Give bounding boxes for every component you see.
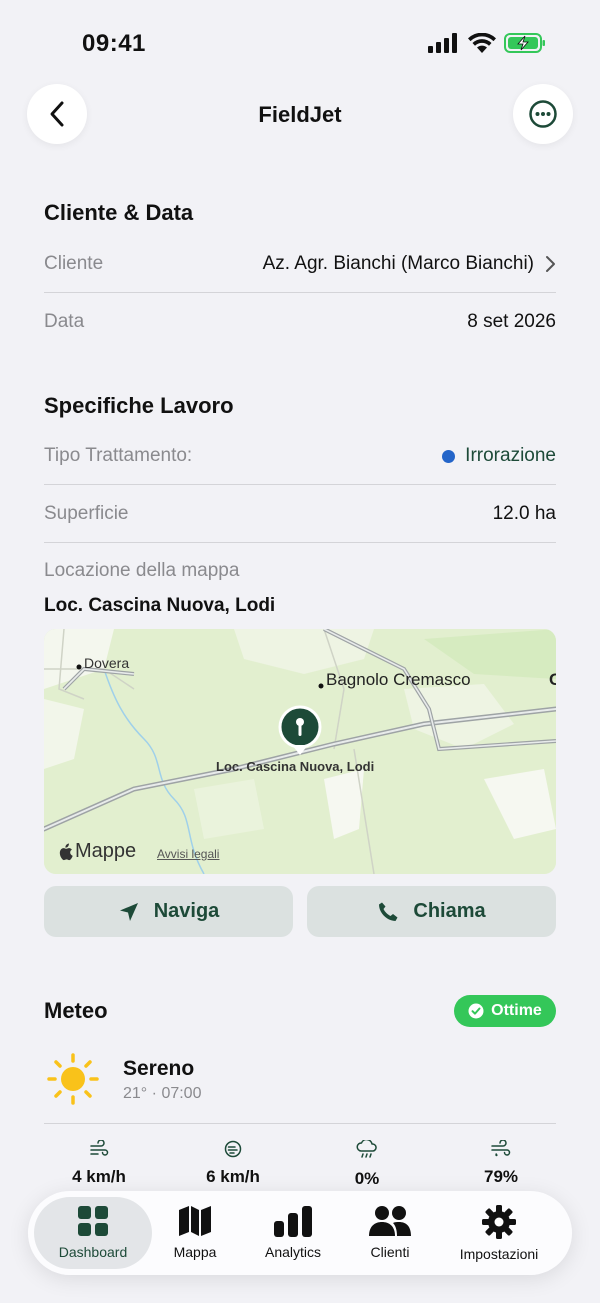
divider [44,292,556,293]
status-time: 09:41 [82,30,146,57]
rain-cloud-icon [356,1138,377,1158]
legal-notices-link[interactable]: Avvisi legali [157,847,219,861]
treatment-label: Tipo Trattamento: [44,445,193,466]
dashboard-grid-icon [78,1206,108,1236]
gust-stat: 6 km/h [173,1140,293,1187]
client-row[interactable]: Cliente Az. Agr. Bianchi (Marco Bianchi) [44,236,556,292]
battery-charging-icon [504,33,545,53]
chevron-right-icon [546,256,555,272]
tab-analytics-label: Analytics [264,1244,322,1260]
status-icons [428,32,546,54]
location-label: Locazione della mappa [44,560,240,581]
navigation-arrow-icon [119,902,138,921]
location-value: Loc. Cascina Nuova, Lodi [44,595,276,616]
tab-mappa[interactable]: Mappa [140,1205,250,1260]
area-value: 12.0 ha [492,503,556,524]
client-value-wrap: Az. Agr. Bianchi (Marco Bianchi) [263,253,556,275]
tab-impostazioni-label: Impostazioni [459,1246,539,1262]
weather-status-text: Ottime [491,1002,542,1019]
apple-logo-icon [59,843,73,860]
client-section-title: Cliente & Data [44,200,194,225]
weather-temperature: 21° [123,1085,148,1102]
weather-status-badge: Ottime [454,995,556,1027]
signal-icon [428,33,457,53]
weather-separator: · [151,1085,162,1102]
gust-value: 6 km/h [206,1167,260,1186]
treatment-color-dot [442,449,456,463]
people-icon [369,1206,411,1236]
bar-chart-icon [274,1206,312,1237]
gust-icon [224,1140,242,1158]
map-label-bagnolo: Bagnolo Cremasco [326,670,471,689]
date-value: 8 set 2026 [467,311,556,332]
tab-impostazioni[interactable]: Impostazioni [444,1205,554,1262]
status-bar: 09:41 [0,0,600,90]
treatment-row[interactable]: Tipo Trattamento: Irrorazione [44,428,556,484]
date-label: Data [44,311,85,332]
tab-clienti-label: Clienti [370,1244,410,1260]
gear-icon [482,1205,516,1239]
wifi-icon [468,33,496,53]
sun-icon [47,1053,99,1105]
tab-mappa-label: Mappa [173,1244,217,1260]
client-value: Az. Agr. Bianchi (Marco Bianchi) [262,253,534,274]
weather-condition: Sereno [123,1057,195,1080]
weather-details: 21° · 07:00 [123,1085,201,1103]
divider [44,1123,556,1124]
weather-time: 07:00 [161,1085,202,1102]
treatment-value: Irrorazione [465,445,556,466]
wind-icon [90,1139,109,1156]
map-icon [179,1206,211,1236]
location-map[interactable]: Dovera Bagnolo Cremasco C Loc. Cascina N… [44,629,556,874]
divider [44,484,556,485]
rain-stat: 0% [307,1138,427,1189]
map-label-dovera: Dovera [84,655,130,671]
maps-brand-text: Mappe [75,840,137,862]
navigate-label: Naviga [153,900,220,922]
page-title: FieldJet [258,102,342,127]
tab-dashboard-label: Dashboard [58,1244,128,1260]
checkmark-circle-icon [468,1003,484,1019]
wind-value: 4 km/h [72,1167,126,1186]
date-row[interactable]: Data 8 set 2026 [44,294,556,350]
tab-clienti[interactable]: Clienti [335,1205,445,1260]
rain-value: 0% [354,1169,380,1188]
humidity-stat: 79% [441,1139,561,1187]
humidity-icon [491,1139,511,1157]
call-button[interactable]: Chiama [307,886,556,937]
map-pin-label: Loc. Cascina Nuova, Lodi [216,759,375,774]
weather-section-title: Meteo [44,998,108,1023]
maps-brand: Mappe [57,840,136,863]
wind-stat: 4 km/h [39,1139,159,1187]
client-label: Cliente [44,253,104,274]
area-label: Superficie [44,503,129,524]
divider [44,542,556,543]
treatment-value-wrap: Irrorazione [442,445,556,467]
tab-analytics[interactable]: Analytics [238,1205,348,1260]
map-label-edge: C [549,670,556,689]
tab-bar: Dashboard Mappa Analytics Clienti Impost… [28,1191,572,1275]
more-options-button[interactable] [513,84,573,144]
phone-icon [379,902,398,921]
area-row: Superficie 12.0 ha [44,486,556,542]
humidity-value: 79% [483,1167,519,1186]
tab-dashboard[interactable]: Dashboard [38,1205,148,1260]
call-label: Chiama [413,900,486,922]
job-section-title: Specifiche Lavoro [44,393,234,418]
ellipsis-circle-icon [529,100,557,128]
navigate-button[interactable]: Naviga [44,886,293,937]
